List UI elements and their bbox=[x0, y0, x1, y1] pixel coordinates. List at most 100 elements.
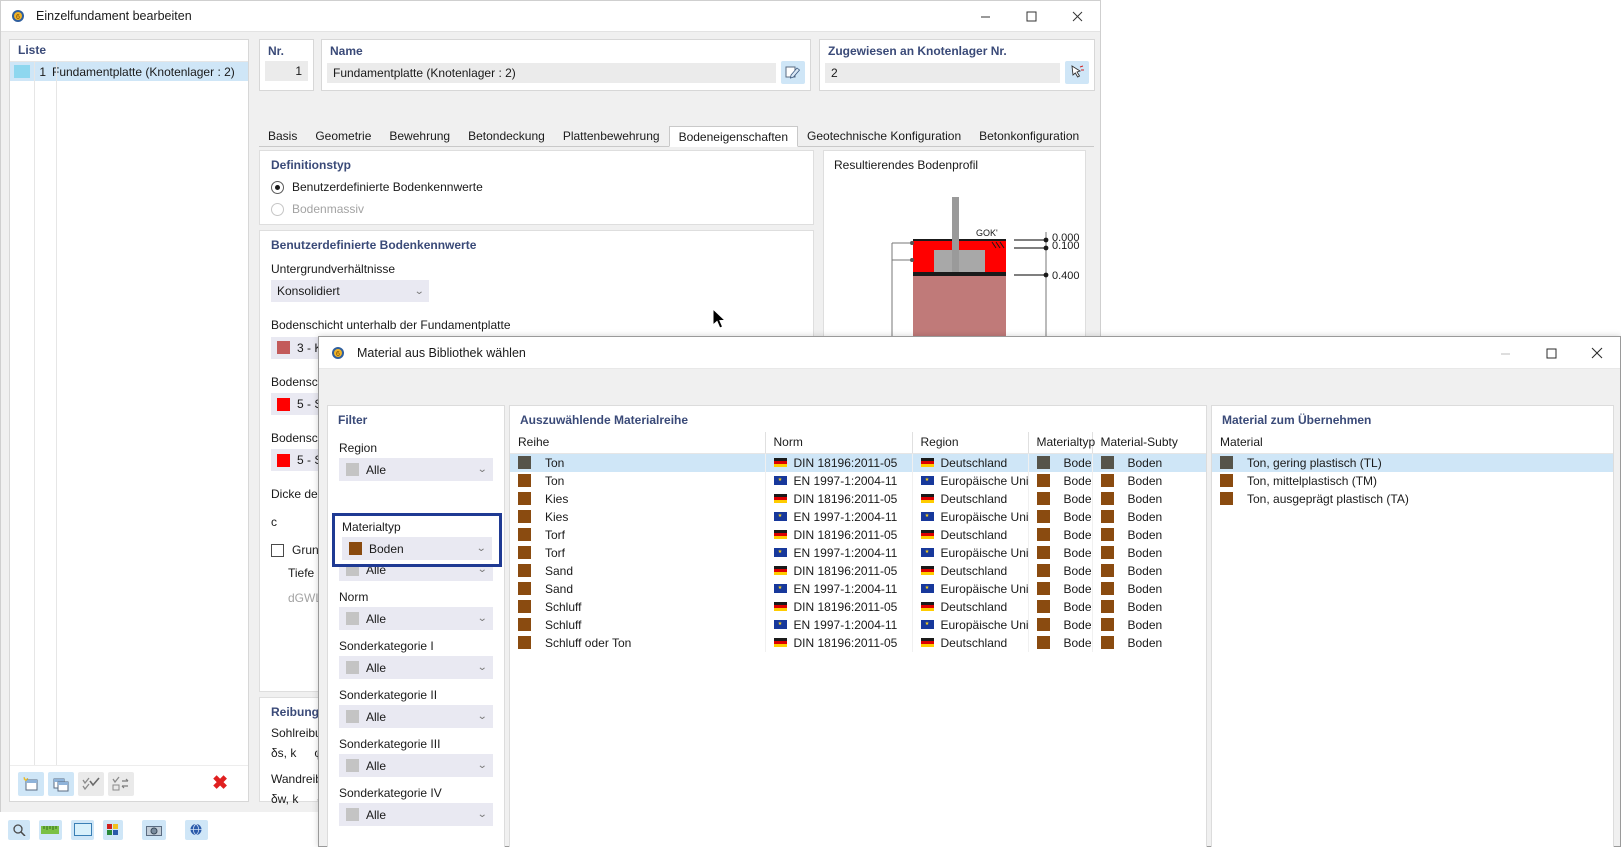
tab-geometrie[interactable]: Geometrie bbox=[306, 125, 380, 146]
table-row[interactable]: Ton, ausgeprägt plastisch (TA) bbox=[1212, 490, 1613, 508]
pick-object-icon[interactable] bbox=[1065, 61, 1089, 84]
filter-label-sonderkategorie-3: Sonderkategorie III bbox=[339, 737, 441, 751]
color-swatch bbox=[1036, 618, 1050, 631]
table-row[interactable]: TorfDIN 18196:2011-05DeutschlandBodenBod… bbox=[510, 525, 1206, 544]
assigned-input[interactable]: 2 bbox=[825, 62, 1060, 83]
tab-geotechnische-konfiguration[interactable]: Geotechnische Konfiguration bbox=[798, 125, 970, 146]
material-series-body: TonDIN 18196:2011-05DeutschlandBodenBode… bbox=[510, 453, 1206, 652]
col-header-region[interactable]: Region bbox=[912, 432, 1029, 454]
nr-input[interactable]: 1 bbox=[265, 61, 308, 81]
table-row[interactable]: KiesDIN 18196:2011-05DeutschlandBodenBod… bbox=[510, 489, 1206, 508]
cell-norm: DIN 18196:2011-05 bbox=[765, 453, 913, 472]
color-swatch bbox=[518, 636, 531, 649]
table-row[interactable]: SchluffDIN 18196:2011-05DeutschlandBoden… bbox=[510, 597, 1206, 616]
cell-reihe: Kies bbox=[510, 507, 766, 526]
color-swatch bbox=[1036, 510, 1050, 523]
tab-bodeneigenschaften[interactable]: Bodeneigenschaften bbox=[668, 126, 799, 147]
filter-field-sonderkategorie-2: Sonderkategorie II Alle ⌄ bbox=[328, 688, 504, 728]
filter-panel-title: Filter bbox=[338, 413, 368, 427]
ruler-icon[interactable] bbox=[38, 819, 62, 840]
color-palette-icon[interactable] bbox=[103, 819, 124, 840]
chevron-down-icon: ⌄ bbox=[475, 543, 487, 554]
cell-region: Deutschland bbox=[912, 633, 1029, 652]
filter-combo-sonderkategorie-4[interactable]: Alle ⌄ bbox=[339, 803, 493, 826]
table-row[interactable]: Kies★EN 1997-1:2004-11★Europäische Union… bbox=[510, 507, 1206, 526]
table-row[interactable]: Schluff oder Ton DIN 18196:2011-05 Deutsch… bbox=[510, 633, 1206, 652]
grundwasser-checkbox[interactable] bbox=[271, 543, 284, 557]
filter-combo-region[interactable]: Alle ⌄ bbox=[339, 458, 493, 481]
gok-label: GOK' bbox=[976, 228, 998, 238]
window-icon[interactable] bbox=[71, 819, 95, 840]
tab-bewehrung[interactable]: Bewehrung bbox=[380, 125, 459, 146]
flag-de-icon bbox=[920, 494, 934, 503]
filter-combo-sonderkategorie-2[interactable]: Alle ⌄ bbox=[339, 705, 493, 728]
untergrund-combo[interactable]: Konsolidiert ⌄ bbox=[271, 280, 429, 302]
liste-panel: Liste 1 Fundamentplatte (Knotenlager : 2… bbox=[9, 39, 249, 802]
invert-selection-icon[interactable] bbox=[108, 771, 134, 796]
radio-bodenmassiv[interactable]: Bodenmassiv bbox=[260, 198, 813, 220]
magnifier-icon[interactable] bbox=[8, 819, 30, 840]
delete-icon[interactable]: ✖ bbox=[212, 772, 240, 795]
table-row[interactable]: Ton★EN 1997-1:2004-11★Europäische UnionB… bbox=[510, 471, 1206, 490]
minimize-button[interactable] bbox=[1482, 337, 1528, 369]
cell-reihe: Schluff bbox=[510, 615, 766, 634]
filter-combo-materialtyp[interactable]: Boden ⌄ bbox=[342, 537, 492, 560]
close-button[interactable] bbox=[1054, 1, 1100, 32]
tab-plattenbewehrung[interactable]: Plattenbewehrung bbox=[554, 125, 669, 146]
table-row[interactable]: Schluff ★ EN 1997-1:2004-11 ★ Europäische Un… bbox=[510, 615, 1206, 634]
color-swatch bbox=[1220, 456, 1233, 469]
col-header-material[interactable]: Material bbox=[1212, 432, 1613, 454]
flag-eu-icon: ★ bbox=[773, 584, 787, 593]
copy-item-icon[interactable] bbox=[48, 771, 74, 796]
col-header-norm[interactable]: Norm bbox=[765, 432, 913, 454]
cell-region: ★Europäische Union bbox=[912, 471, 1029, 490]
camera-icon[interactable] bbox=[142, 819, 166, 840]
maximize-button[interactable] bbox=[1008, 1, 1054, 32]
list-item[interactable]: 1 Fundamentplatte (Knotenlager : 2) bbox=[10, 62, 248, 81]
cell-region: Deutschland bbox=[912, 453, 1029, 472]
select-all-icon[interactable] bbox=[78, 771, 104, 796]
filter-combo-sonderkategorie-3[interactable]: Alle ⌄ bbox=[339, 754, 493, 777]
cell-materialtyp: Boden bbox=[1028, 525, 1093, 544]
tab-basis[interactable]: Basis bbox=[259, 125, 306, 146]
new-item-icon[interactable] bbox=[18, 771, 44, 796]
color-swatch bbox=[1100, 636, 1114, 649]
table-row[interactable]: Torf★EN 1997-1:2004-11★Europäische Union… bbox=[510, 543, 1206, 562]
close-button[interactable] bbox=[1574, 337, 1620, 369]
main-window-titlebar[interactable]: 6 Einzelfundament bearbeiten bbox=[1, 1, 1100, 32]
flag-eu-icon: ★ bbox=[920, 512, 934, 521]
table-row[interactable]: Sand★EN 1997-1:2004-11★Europäische Union… bbox=[510, 579, 1206, 598]
nr-field-box: Nr. 1 bbox=[259, 39, 314, 91]
maximize-button[interactable] bbox=[1528, 337, 1574, 369]
table-header-row: Material bbox=[1212, 432, 1613, 454]
table-row[interactable]: SandDIN 18196:2011-05DeutschlandBodenBod… bbox=[510, 561, 1206, 580]
filter-combo-sonderkategorie-1[interactable]: Alle ⌄ bbox=[339, 656, 493, 679]
dialog-titlebar[interactable]: 6 Material aus Bibliothek wählen bbox=[319, 337, 1620, 369]
filter-combo-norm[interactable]: Alle ⌄ bbox=[339, 607, 493, 630]
filter-field-materialtyp-highlight: Materialtyp Boden ⌄ bbox=[332, 513, 502, 567]
globe-icon[interactable] bbox=[184, 819, 209, 840]
col-header-material-subtyp[interactable]: Material-Subty bbox=[1092, 432, 1206, 454]
minimize-button[interactable] bbox=[962, 1, 1008, 32]
table-row[interactable]: TonDIN 18196:2011-05DeutschlandBodenBode… bbox=[510, 453, 1206, 472]
table-row[interactable]: Ton, mittelplastisch (TM) bbox=[1212, 472, 1613, 490]
cell-materialtyp: Boden bbox=[1028, 597, 1093, 616]
cell-materialtyp: Boden bbox=[1028, 507, 1093, 526]
name-label: Name bbox=[330, 44, 363, 58]
col-header-reihe[interactable]: Reihe bbox=[510, 432, 766, 454]
name-input[interactable]: Fundamentplatte (Knotenlager : 2) bbox=[327, 62, 776, 83]
chevron-down-icon: ⌄ bbox=[476, 809, 488, 820]
filter-label-sonderkategorie-2: Sonderkategorie II bbox=[339, 688, 438, 702]
tab-betondeckung[interactable]: Betondeckung bbox=[459, 125, 554, 146]
table-row[interactable]: Ton, gering plastisch (TL) bbox=[1212, 453, 1613, 472]
col-header-materialtyp[interactable]: Materialtyp bbox=[1028, 432, 1095, 454]
cell-materialtyp: Boden bbox=[1028, 489, 1093, 508]
delta-w-label: δw, k bbox=[271, 792, 299, 806]
tab-betonkonfiguration[interactable]: Betonkonfiguration bbox=[970, 125, 1088, 146]
edit-pencil-icon[interactable] bbox=[781, 61, 805, 84]
cell-region: Deutschland bbox=[912, 489, 1029, 508]
app-icon: 6 bbox=[11, 8, 27, 24]
chevron-down-icon: ⌄ bbox=[476, 760, 488, 771]
cell-reihe: Sand bbox=[510, 561, 766, 580]
radio-benutzerdefinierte-bodenkennwerte[interactable]: Benutzerdefinierte Bodenkennwerte bbox=[260, 176, 813, 198]
